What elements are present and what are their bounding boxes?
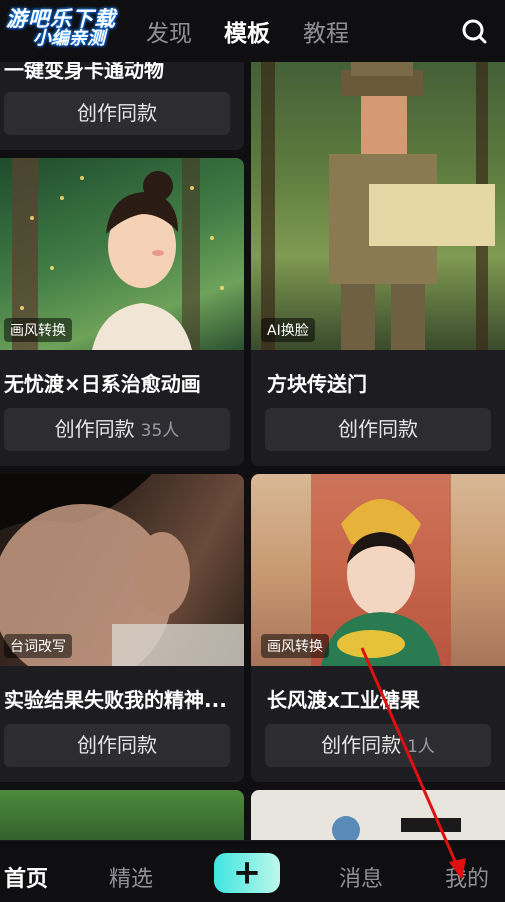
tab-discover[interactable]: 发现 <box>146 14 192 48</box>
feature-badge: 台词改写 <box>4 634 72 658</box>
template-thumbnail: AI换脸 <box>251 40 505 350</box>
template-card-wuyou[interactable]: 画风转换 无忧渡×日系治愈动画 创作同款 35人 <box>0 158 244 466</box>
create-same-button[interactable]: 创作同款 <box>4 724 230 767</box>
create-same-label: 创作同款 <box>54 417 135 441</box>
template-card-experiment[interactable]: 台词改写 实验结果失败我的精神... 创作同款 <box>0 474 244 782</box>
feature-badge: 画风转换 <box>4 318 72 342</box>
nav-messages[interactable]: 消息 <box>339 861 383 893</box>
card-title: 无忧渡×日系治愈动画 <box>4 372 201 396</box>
create-same-label: 创作同款 <box>77 101 157 125</box>
template-thumbnail: 台词改写 <box>0 474 244 666</box>
create-plus-button[interactable]: + <box>214 853 280 893</box>
card-title: 长风渡x工业糖果 <box>267 688 420 712</box>
create-same-button[interactable]: 创作同款 35人 <box>4 408 230 451</box>
create-same-label: 创作同款 <box>338 417 418 441</box>
nav-featured[interactable]: 精选 <box>109 861 153 893</box>
watermark-line1: 游吧乐下载 <box>6 7 116 31</box>
card-title: 方块传送门 <box>267 372 367 396</box>
feature-badge: 画风转换 <box>261 634 329 658</box>
create-same-label: 创作同款 <box>321 733 402 757</box>
create-same-label: 创作同款 <box>77 733 157 757</box>
template-card-changfengdu[interactable]: 画风转换 长风渡x工业糖果 创作同款 1人 <box>251 474 505 782</box>
template-thumbnail: 画风转换 <box>0 158 244 350</box>
bottom-nav: 首页 精选 + 消息 我的 <box>0 840 505 902</box>
template-thumbnail: 画风转换 <box>251 474 505 666</box>
usage-count: 35人 <box>140 421 180 441</box>
tab-tutorials[interactable]: 教程 <box>303 14 349 48</box>
create-same-button[interactable]: 创作同款 1人 <box>265 724 491 767</box>
create-same-button[interactable]: 创作同款 <box>265 408 491 451</box>
usage-count: 1人 <box>407 737 435 757</box>
nav-home[interactable]: 首页 <box>4 861 48 893</box>
create-same-button[interactable]: 创作同款 <box>4 92 230 135</box>
nav-me[interactable]: 我的 <box>445 861 489 893</box>
watermark-logo: 游吧乐下载 小编亲测 <box>6 8 116 49</box>
tab-templates[interactable]: 模板 <box>224 14 270 48</box>
card-title: 实验结果失败我的精神... <box>4 688 227 712</box>
search-icon[interactable] <box>461 18 487 44</box>
watermark-line2: 小编亲测 <box>33 28 105 50</box>
template-card-block-portal[interactable]: AI换脸 方块传送门 创作同款 <box>251 40 505 466</box>
feature-badge: AI换脸 <box>261 318 315 342</box>
plus-icon: + <box>232 852 262 893</box>
